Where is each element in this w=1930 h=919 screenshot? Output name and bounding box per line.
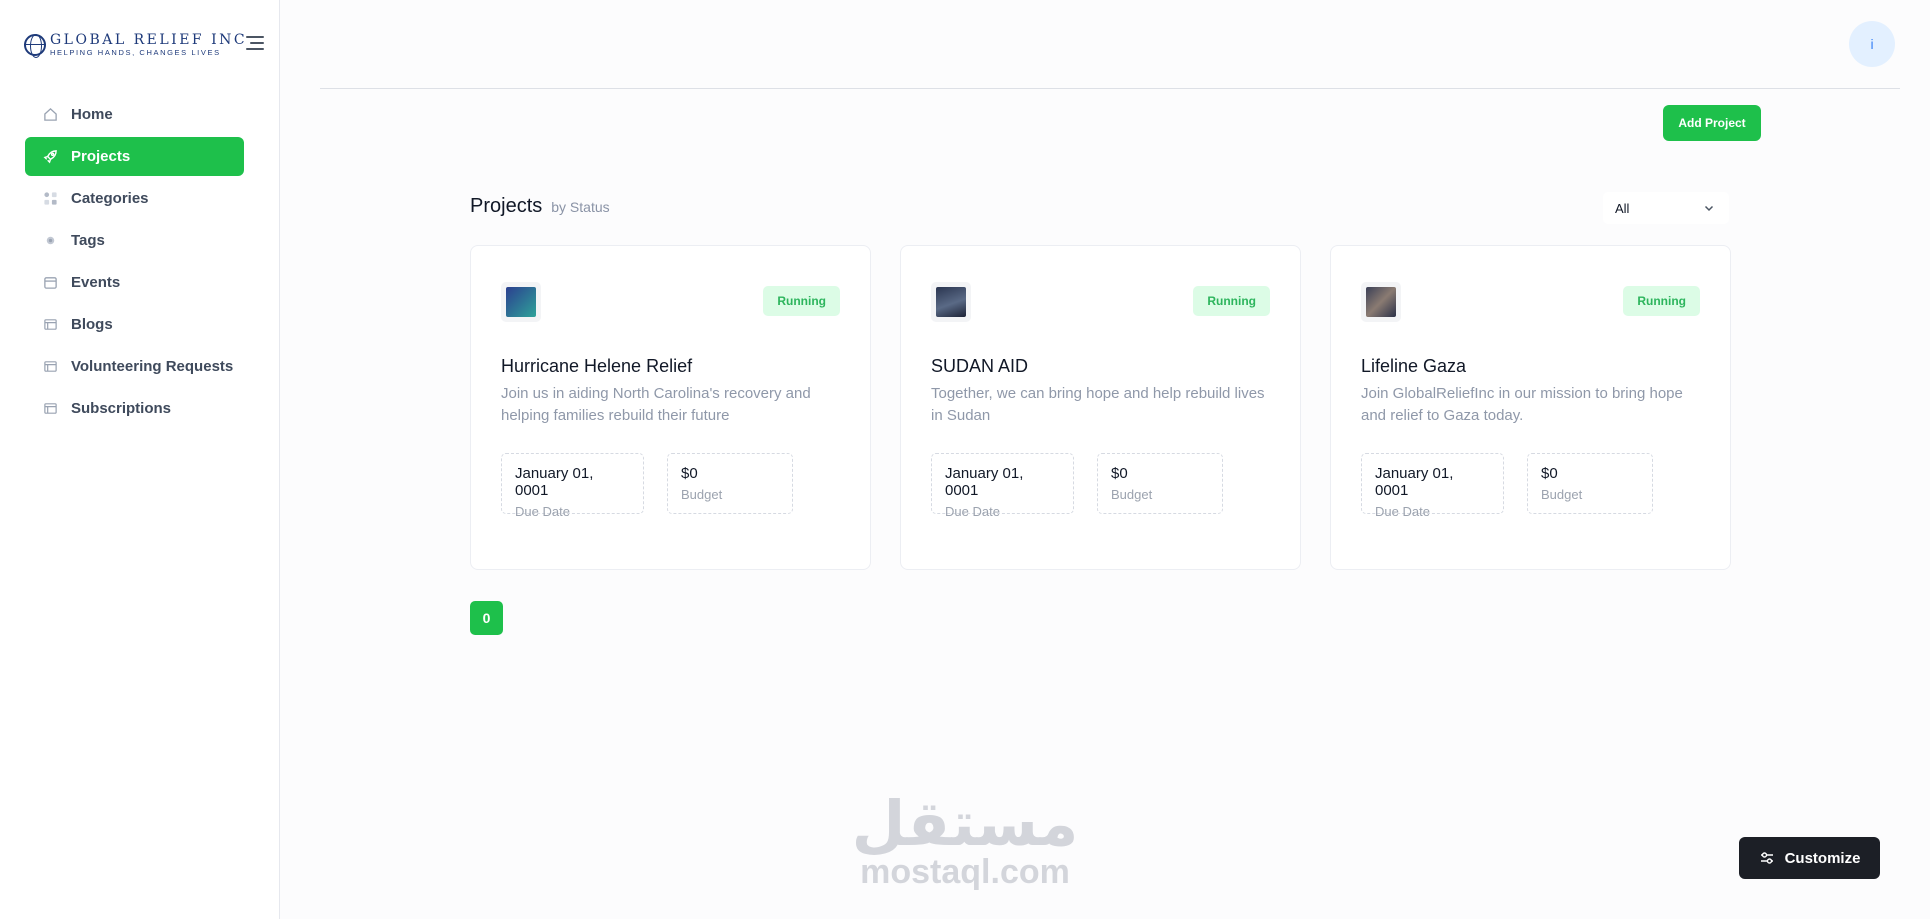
brand-tagline: HELPING HANDS, CHANGES LIVES bbox=[50, 48, 221, 58]
project-description: Join us in aiding North Carolina's recov… bbox=[501, 385, 811, 424]
sidebar-nav: Home Projects Categories Tags Events Blo… bbox=[25, 95, 244, 431]
budget-value: $0 bbox=[681, 465, 698, 482]
brand-text: GLOBAL RELIEF INC HELPING HANDS, CHANGES… bbox=[50, 33, 247, 57]
sidebar-item-label: Subscriptions bbox=[71, 400, 172, 417]
brand-logo[interactable]: GLOBAL RELIEF INC HELPING HANDS, CHANGES… bbox=[24, 28, 249, 62]
sidebar-item-categories[interactable]: Categories bbox=[25, 179, 244, 218]
sidebar-item-label: Home bbox=[71, 106, 113, 123]
budget-value: $0 bbox=[1541, 465, 1558, 482]
budget-box: $0 Budget bbox=[1097, 453, 1223, 514]
sidebar-item-subscriptions[interactable]: Subscriptions bbox=[25, 389, 244, 428]
due-date-label: Due Date bbox=[515, 504, 570, 519]
page-subtitle: by Status bbox=[551, 199, 610, 215]
calendar-icon bbox=[43, 275, 58, 290]
project-thumbnail bbox=[1361, 282, 1401, 322]
sidebar-item-label: Events bbox=[71, 274, 121, 291]
due-date-label: Due Date bbox=[945, 504, 1000, 519]
sidebar: GLOBAL RELIEF INC HELPING HANDS, CHANGES… bbox=[0, 0, 280, 919]
customize-button[interactable]: Customize bbox=[1739, 837, 1880, 879]
project-thumbnail bbox=[931, 282, 971, 322]
project-title[interactable]: Lifeline Gaza bbox=[1361, 356, 1466, 377]
project-description: Join GlobalReliefInc in our mission to b… bbox=[1361, 385, 1683, 424]
budget-label: Budget bbox=[1111, 487, 1153, 502]
sidebar-item-projects[interactable]: Projects bbox=[25, 137, 244, 176]
brand-name: GLOBAL RELIEF INC bbox=[50, 32, 248, 49]
status-filter-value: All bbox=[1615, 200, 1630, 216]
sidebar-item-blogs[interactable]: Blogs bbox=[25, 305, 244, 344]
home-icon bbox=[43, 107, 58, 122]
project-title[interactable]: Hurricane Helene Relief bbox=[501, 356, 692, 377]
sidebar-item-label: Volunteering Requests bbox=[71, 358, 234, 375]
user-avatar[interactable]: i bbox=[1849, 21, 1895, 67]
due-date-box: January 01, 0001 Due Date bbox=[501, 453, 644, 519]
categories-icon bbox=[43, 191, 58, 206]
project-image bbox=[506, 287, 536, 317]
watermark-arabic: مستقل bbox=[851, 787, 1079, 860]
watermark-latin: mostaql.com bbox=[860, 853, 1070, 891]
budget-box: $0 Budget bbox=[1527, 453, 1653, 514]
due-date-box: January 01, 0001 Due Date bbox=[1361, 453, 1504, 519]
customize-label: Customize bbox=[1784, 849, 1861, 867]
sidebar-item-label: Categories bbox=[71, 190, 149, 207]
document-icon bbox=[43, 401, 58, 416]
status-filter-select[interactable]: All bbox=[1603, 192, 1729, 224]
budget-label: Budget bbox=[1541, 487, 1583, 502]
pagination-page-button[interactable]: 0 bbox=[470, 601, 503, 635]
due-date-box: January 01, 0001 Due Date bbox=[931, 453, 1074, 519]
status-badge: Running bbox=[763, 286, 840, 316]
project-thumbnail bbox=[501, 282, 541, 322]
watermark: مستقل mostaql.com bbox=[848, 787, 1082, 891]
project-title[interactable]: SUDAN AID bbox=[931, 356, 1028, 377]
project-card-lifeline-gaza[interactable]: Running Lifeline Gaza Join GlobalReliefI… bbox=[1330, 245, 1731, 570]
tag-icon bbox=[43, 233, 58, 248]
sidebar-item-label: Tags bbox=[71, 232, 105, 249]
document-icon bbox=[43, 359, 58, 374]
budget-label: Budget bbox=[681, 487, 723, 502]
settings-sliders-icon bbox=[1760, 852, 1773, 864]
rocket-icon bbox=[43, 149, 58, 164]
sidebar-item-label: Blogs bbox=[71, 316, 113, 333]
due-date-value: January 01, 0001 bbox=[945, 465, 1024, 499]
project-image bbox=[1366, 287, 1396, 317]
document-icon bbox=[43, 317, 58, 332]
budget-box: $0 Budget bbox=[667, 453, 793, 514]
sidebar-item-events[interactable]: Events bbox=[25, 263, 244, 302]
globe-icon bbox=[24, 34, 46, 58]
budget-value: $0 bbox=[1111, 465, 1128, 482]
sidebar-item-label: Projects bbox=[71, 148, 131, 165]
status-badge: Running bbox=[1623, 286, 1700, 316]
project-card-hurricane-helene[interactable]: Running Hurricane Helene Relief Join us … bbox=[470, 245, 871, 570]
status-badge: Running bbox=[1193, 286, 1270, 316]
project-card-sudan-aid[interactable]: Running SUDAN AID Together, we can bring… bbox=[900, 245, 1301, 570]
sidebar-item-tags[interactable]: Tags bbox=[25, 221, 244, 260]
header-divider bbox=[320, 88, 1900, 89]
due-date-value: January 01, 0001 bbox=[515, 465, 594, 499]
add-project-button[interactable]: Add Project bbox=[1663, 105, 1761, 141]
due-date-value: January 01, 0001 bbox=[1375, 465, 1454, 499]
sidebar-item-home[interactable]: Home bbox=[25, 95, 244, 134]
projects-heading: Projects by Status bbox=[470, 195, 610, 218]
project-description: Together, we can bring hope and help reb… bbox=[931, 385, 1265, 424]
due-date-label: Due Date bbox=[1375, 504, 1430, 519]
chevron-down-icon bbox=[1704, 205, 1714, 212]
project-image bbox=[936, 287, 966, 317]
menu-toggle-icon[interactable] bbox=[246, 36, 264, 50]
sidebar-item-volunteering-requests[interactable]: Volunteering Requests bbox=[25, 347, 244, 386]
page-title: Projects bbox=[470, 195, 543, 217]
